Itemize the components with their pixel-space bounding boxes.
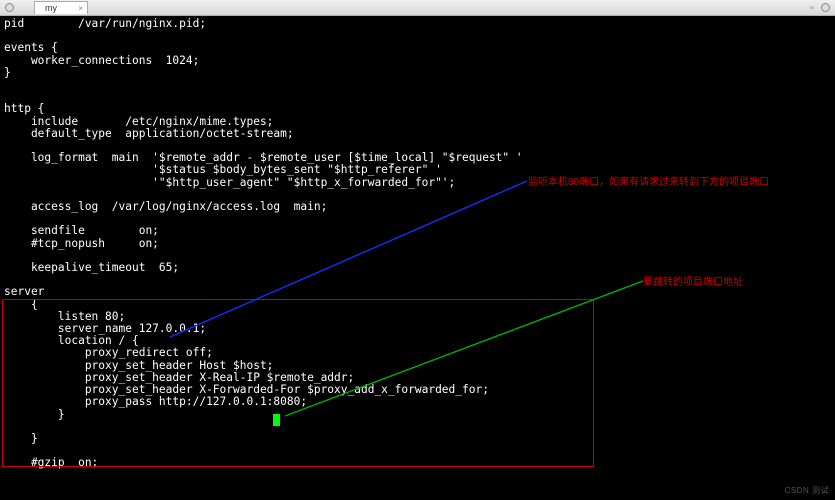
terminal-viewport[interactable]: pid /var/run/nginx.pid; events { worker_… <box>0 16 835 500</box>
code-line: default_type application/octet-stream; <box>4 127 294 140</box>
text-cursor <box>273 414 280 426</box>
code-line: pid /var/run/nginx.pid; <box>4 17 206 30</box>
code-line: '$status $body_bytes_sent "$http_referer… <box>4 163 442 176</box>
code-line: proxy_set_header X-Real-IP $remote_addr; <box>4 371 354 384</box>
code-line: '"$http_user_agent" "$http_x_forwarded_f… <box>4 176 455 189</box>
code-line: server <box>4 285 44 298</box>
window-control-icon[interactable] <box>5 3 14 12</box>
code-line: include /etc/nginx/mime.types; <box>4 115 273 128</box>
code-line: proxy_set_header Host $host; <box>4 359 273 372</box>
code-line: keepalive_timeout 65; <box>4 261 179 274</box>
code-line: server_name 127.0.0.1; <box>4 322 206 335</box>
annotation-label-bottom: 要跳转的项目端口地址 <box>643 273 743 288</box>
code-line: } <box>4 432 38 445</box>
code-line: { <box>4 298 38 311</box>
code-line: proxy_pass http://127.0.0.1:8080; <box>4 395 307 408</box>
code-line: events { <box>4 41 58 54</box>
annotation-label-top: 监听本机80端口，如果有请求过来转到下方的项目端口 <box>528 173 769 188</box>
menu-icon[interactable]: ◦◦ <box>809 3 813 12</box>
code-line: http { <box>4 102 44 115</box>
config-code: pid /var/run/nginx.pid; events { worker_… <box>4 18 523 470</box>
code-line: location / { <box>4 334 139 347</box>
code-line: } <box>4 408 65 421</box>
code-line: } <box>4 66 11 79</box>
window-control-icon[interactable] <box>821 3 830 12</box>
code-line: worker_connections 1024; <box>4 54 199 67</box>
title-bar: my × ◦◦ <box>0 0 835 16</box>
code-line: #tcp_nopush on; <box>4 237 159 250</box>
close-icon[interactable]: × <box>78 3 83 15</box>
watermark: CSDN 测试 <box>785 485 829 496</box>
tab-title: my <box>45 3 57 13</box>
code-line: sendfile on; <box>4 224 159 237</box>
code-line: proxy_redirect off; <box>4 346 213 359</box>
code-line: #gzip on; <box>4 456 98 469</box>
code-line: proxy_set_header X-Forwarded-For $proxy_… <box>4 383 489 396</box>
code-line: access_log /var/log/nginx/access.log mai… <box>4 200 327 213</box>
code-line: log_format main '$remote_addr - $remote_… <box>4 151 523 164</box>
file-tab[interactable]: my × <box>34 1 88 14</box>
code-line: listen 80; <box>4 310 125 323</box>
